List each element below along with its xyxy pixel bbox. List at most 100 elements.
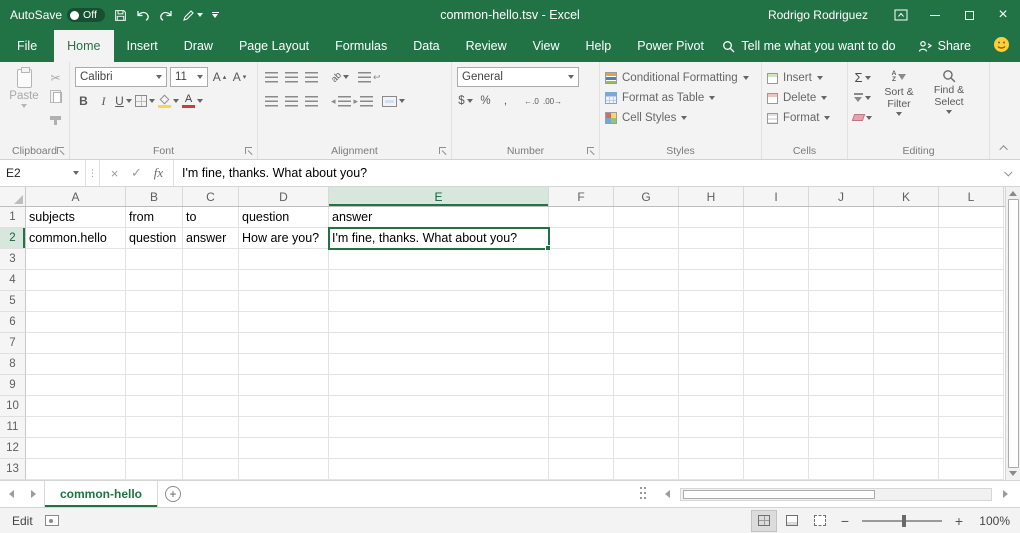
percent-style-button[interactable]: %: [477, 92, 494, 111]
cell-G9[interactable]: [614, 375, 679, 396]
cell-A6[interactable]: [26, 312, 126, 333]
collapse-ribbon-button[interactable]: [996, 141, 1014, 155]
align-middle-button[interactable]: [283, 68, 300, 87]
row-header-3[interactable]: 3: [0, 249, 26, 270]
delete-cells-button[interactable]: Delete: [767, 88, 842, 108]
cell-F6[interactable]: [549, 312, 614, 333]
cell-F8[interactable]: [549, 354, 614, 375]
cell-A3[interactable]: [26, 249, 126, 270]
align-top-button[interactable]: [263, 68, 280, 87]
conditional-formatting-button[interactable]: Conditional Formatting: [605, 68, 756, 88]
cell-J2[interactable]: [809, 228, 874, 249]
cell-E9[interactable]: [329, 375, 549, 396]
cell-F9[interactable]: [549, 375, 614, 396]
cell-L13[interactable]: [939, 459, 1004, 480]
cell-K1[interactable]: [874, 207, 939, 228]
cell-A10[interactable]: [26, 396, 126, 417]
alignment-dialog-launcher[interactable]: [438, 146, 448, 156]
horizontal-scroll-thumb[interactable]: [683, 490, 875, 499]
cell-A12[interactable]: [26, 438, 126, 459]
cell-A1[interactable]: subjects: [26, 207, 126, 228]
cell-D13[interactable]: [239, 459, 329, 480]
cell-E5[interactable]: [329, 291, 549, 312]
cancel-entry-button[interactable]: ×: [104, 163, 125, 184]
cell-C1[interactable]: to: [183, 207, 239, 228]
cell-A4[interactable]: [26, 270, 126, 291]
increase-decimal-button[interactable]: ←.0: [523, 92, 540, 111]
cell-H6[interactable]: [679, 312, 744, 333]
cell-I8[interactable]: [744, 354, 809, 375]
cell-C6[interactable]: [183, 312, 239, 333]
cell-E3[interactable]: [329, 249, 549, 270]
wrap-text-button[interactable]: ↩: [358, 68, 381, 87]
cell-D6[interactable]: [239, 312, 329, 333]
cell-G5[interactable]: [614, 291, 679, 312]
cell-K5[interactable]: [874, 291, 939, 312]
sheet-tab-common-hello[interactable]: common-hello: [44, 481, 158, 507]
cell-H7[interactable]: [679, 333, 744, 354]
cell-E4[interactable]: [329, 270, 549, 291]
underline-button[interactable]: U: [115, 92, 132, 111]
number-format-combo[interactable]: General: [457, 67, 579, 87]
cell-I2[interactable]: [744, 228, 809, 249]
cell-D11[interactable]: [239, 417, 329, 438]
insert-function-button[interactable]: fx: [148, 163, 169, 184]
share-button[interactable]: Share: [918, 39, 971, 53]
fill-handle[interactable]: [545, 245, 551, 251]
cell-K3[interactable]: [874, 249, 939, 270]
select-all-corner[interactable]: [0, 187, 26, 206]
align-bottom-button[interactable]: [303, 68, 320, 87]
cell-L4[interactable]: [939, 270, 1004, 291]
maximize-button[interactable]: [952, 0, 986, 30]
cell-I10[interactable]: [744, 396, 809, 417]
cell-F3[interactable]: [549, 249, 614, 270]
cell-H8[interactable]: [679, 354, 744, 375]
tab-scrollbar-splitter[interactable]: [640, 481, 648, 507]
scroll-left-arrow[interactable]: [656, 490, 678, 498]
cell-F13[interactable]: [549, 459, 614, 480]
decrease-font-size-button[interactable]: A▾: [231, 68, 248, 87]
font-size-combo[interactable]: 11: [170, 67, 208, 87]
cell-H3[interactable]: [679, 249, 744, 270]
cell-L7[interactable]: [939, 333, 1004, 354]
cell-F12[interactable]: [549, 438, 614, 459]
cell-E10[interactable]: [329, 396, 549, 417]
sort-filter-button[interactable]: AZ Sort & Filter: [876, 66, 922, 127]
cell-G10[interactable]: [614, 396, 679, 417]
column-header-H[interactable]: H: [679, 187, 744, 206]
tab-help[interactable]: Help: [573, 30, 625, 62]
cell-E8[interactable]: [329, 354, 549, 375]
scroll-right-arrow[interactable]: [994, 490, 1016, 498]
cell-G8[interactable]: [614, 354, 679, 375]
cell-L12[interactable]: [939, 438, 1004, 459]
cell-H5[interactable]: [679, 291, 744, 312]
row-header-8[interactable]: 8: [0, 354, 26, 375]
tab-review[interactable]: Review: [453, 30, 520, 62]
cell-K11[interactable]: [874, 417, 939, 438]
row-header-12[interactable]: 12: [0, 438, 26, 459]
cell-J12[interactable]: [809, 438, 874, 459]
copy-button[interactable]: [47, 88, 64, 107]
cell-G4[interactable]: [614, 270, 679, 291]
cell-F2[interactable]: [549, 228, 614, 249]
format-painter-button[interactable]: [47, 108, 64, 127]
cell-E2[interactable]: I'm fine, thanks. What about you?: [329, 228, 549, 249]
autosave-toggle[interactable]: Off: [67, 8, 105, 22]
column-header-E[interactable]: E: [329, 187, 549, 206]
cell-F7[interactable]: [549, 333, 614, 354]
column-header-B[interactable]: B: [126, 187, 183, 206]
enter-entry-button[interactable]: ✓: [126, 163, 147, 184]
cell-B12[interactable]: [126, 438, 183, 459]
cell-B8[interactable]: [126, 354, 183, 375]
cell-K13[interactable]: [874, 459, 939, 480]
align-right-button[interactable]: [303, 92, 320, 111]
comma-style-button[interactable]: ,: [497, 92, 514, 111]
page-break-preview-button[interactable]: [808, 511, 832, 531]
cell-A5[interactable]: [26, 291, 126, 312]
cell-I6[interactable]: [744, 312, 809, 333]
cell-L5[interactable]: [939, 291, 1004, 312]
bold-button[interactable]: B: [75, 92, 92, 111]
tell-me-search[interactable]: Tell me what you want to do: [722, 39, 895, 53]
cell-C7[interactable]: [183, 333, 239, 354]
column-header-F[interactable]: F: [549, 187, 614, 206]
